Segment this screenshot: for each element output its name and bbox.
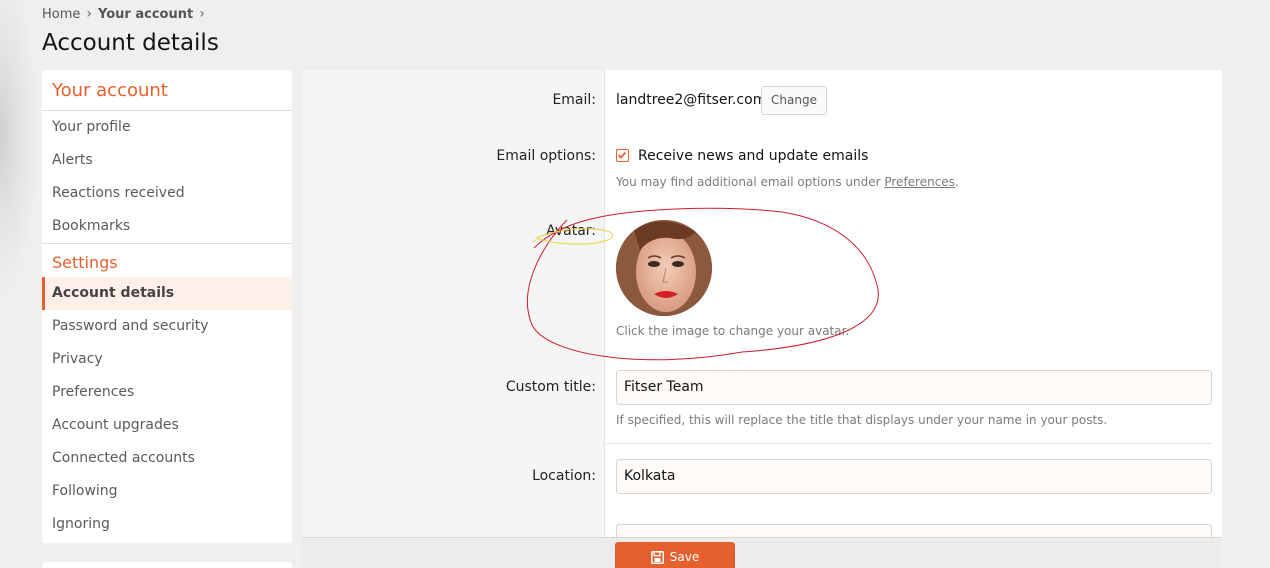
breadcrumb-your-account[interactable]: Your account [98,7,193,22]
sidebar-item-account-details[interactable]: Account details [42,277,292,310]
form-submit-bar: Save [302,537,1222,568]
email-value: landtree2@fitser.com [616,92,767,108]
save-button-label: Save [669,550,700,564]
sidebar: Your account Your profile Alerts Reactio… [42,70,292,543]
chevron-right-icon: › [86,6,92,22]
email-hint-text: You may find additional email options un… [616,175,881,189]
sidebar-item-following[interactable]: Following [42,475,292,508]
receive-news-label[interactable]: Receive news and update emails [638,148,868,164]
sidebar-item-your-profile[interactable]: Your profile [42,111,292,144]
breadcrumb-home[interactable]: Home [42,7,80,22]
email-hint-suffix: . [954,175,959,189]
email-label: Email: [552,92,596,108]
sidebar-item-privacy[interactable]: Privacy [42,343,292,376]
sidebar-item-connected-accounts[interactable]: Connected accounts [42,442,292,475]
custom-title-label: Custom title: [505,379,596,395]
location-label: Location: [532,468,596,484]
sidebar-heading-settings: Settings [42,243,292,277]
sidebar-secondary-block [42,562,292,568]
sidebar-item-alerts[interactable]: Alerts [42,144,292,177]
chevron-right-icon: › [199,6,205,22]
location-input[interactable]: Kolkata [616,459,1212,494]
label-column [302,70,605,568]
divider [606,443,1212,444]
background-decoration [0,0,40,300]
avatar-hint: Click the image to change your avatar. [616,324,850,338]
sidebar-item-preferences[interactable]: Preferences [42,376,292,409]
save-icon [650,550,664,564]
email-options-hint: You may find additional email options un… [616,175,959,189]
sidebar-item-password-and-security[interactable]: Password and security [42,310,292,343]
sidebar-item-bookmarks[interactable]: Bookmarks [42,210,292,243]
breadcrumb: Home › Your account › [42,6,205,22]
sidebar-item-account-upgrades[interactable]: Account upgrades [42,409,292,442]
avatar-label: Avatar: [546,223,596,239]
receive-news-checkbox[interactable] [616,149,629,162]
email-options-label: Email options: [496,148,596,164]
sidebar-heading-your-account[interactable]: Your account [42,70,292,111]
checkmark-icon [617,151,627,159]
save-button[interactable]: Save [615,542,735,568]
change-email-button[interactable]: Change [761,86,827,115]
avatar-image [616,220,712,316]
sidebar-item-ignoring[interactable]: Ignoring [42,508,292,541]
preferences-link[interactable]: Preferences [884,175,955,189]
custom-title-hint: If specified, this will replace the titl… [616,413,1108,427]
account-details-form: Email: landtree2@fitser.com Change Email… [302,70,1222,568]
avatar[interactable] [616,220,712,316]
page-title: Account details [42,30,219,56]
sidebar-item-reactions-received[interactable]: Reactions received [42,177,292,210]
custom-title-input[interactable]: Fitser Team [616,370,1212,405]
